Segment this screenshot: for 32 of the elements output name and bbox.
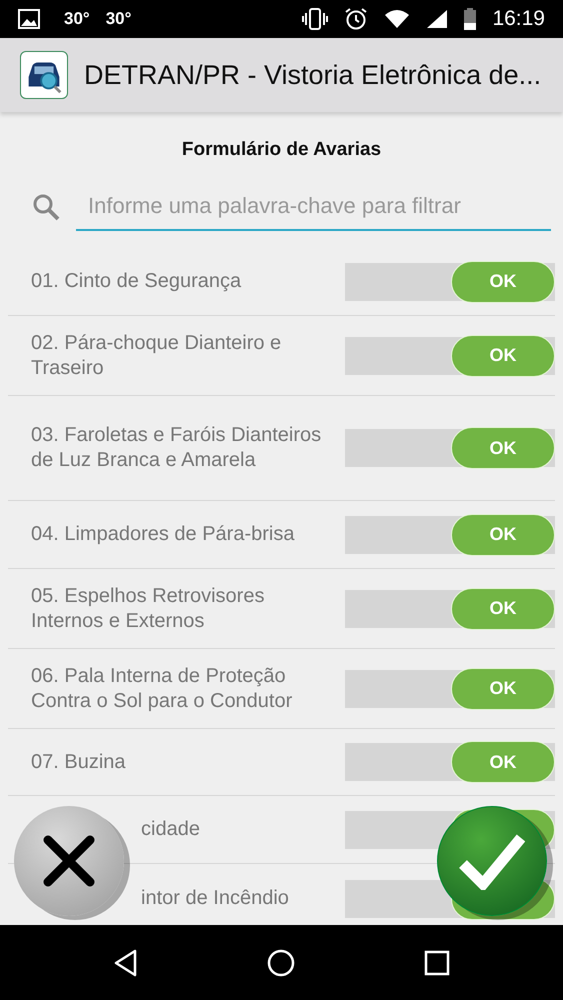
vibrate-icon — [302, 8, 328, 30]
search-icon — [32, 193, 60, 221]
toggle-switch[interactable]: OK — [345, 262, 555, 300]
item-label: 01. Cinto de Segurança — [31, 269, 242, 294]
item-label: 02. Pára-choque Dianteiro e Traseiro — [31, 330, 282, 380]
app-title: DETRAN/PR - Vistoria Eletrônica de... — [84, 58, 542, 92]
image-icon — [18, 9, 40, 29]
item-label: 04. Limpadores de Pára-brisa — [31, 522, 296, 547]
home-icon[interactable] — [266, 948, 296, 978]
item-label: cidade — [140, 817, 201, 842]
toggle-switch[interactable]: OK — [345, 743, 555, 781]
alarm-icon — [344, 7, 368, 31]
toggle-switch[interactable]: OK — [345, 670, 555, 708]
form-title: Formulário de Avarias — [180, 138, 382, 162]
clock-text: 16:19 — [492, 6, 545, 32]
toggle-switch[interactable]: OK — [345, 516, 555, 554]
check-icon — [459, 832, 525, 890]
item-label: 06. Pala Interna de Proteção Contra o Sol para o Condutor — [31, 664, 294, 714]
toggle-switch[interactable]: OK — [345, 336, 555, 374]
search-field[interactable]: Informe uma palavra-chave para filtrar — [76, 183, 551, 231]
item-label: 05. Espelhos Retrovisores Internos e Externos — [31, 584, 266, 634]
toggle-switch[interactable]: OK — [345, 590, 555, 628]
item-label: 07. Buzina — [31, 750, 127, 774]
signal-icon — [426, 9, 448, 29]
battery-icon — [464, 8, 476, 30]
app-icon — [20, 51, 68, 99]
temperature-text: 30° — [64, 8, 90, 30]
wifi-icon — [384, 9, 410, 29]
toggle-switch[interactable]: OK — [345, 429, 555, 467]
item-label: intor de Incêndio — [140, 886, 290, 911]
item-label: 03. Faroletas e Faróis Dianteiros de Luz Branca e Amarela — [31, 423, 322, 473]
temperature-text: 30° — [106, 8, 132, 30]
